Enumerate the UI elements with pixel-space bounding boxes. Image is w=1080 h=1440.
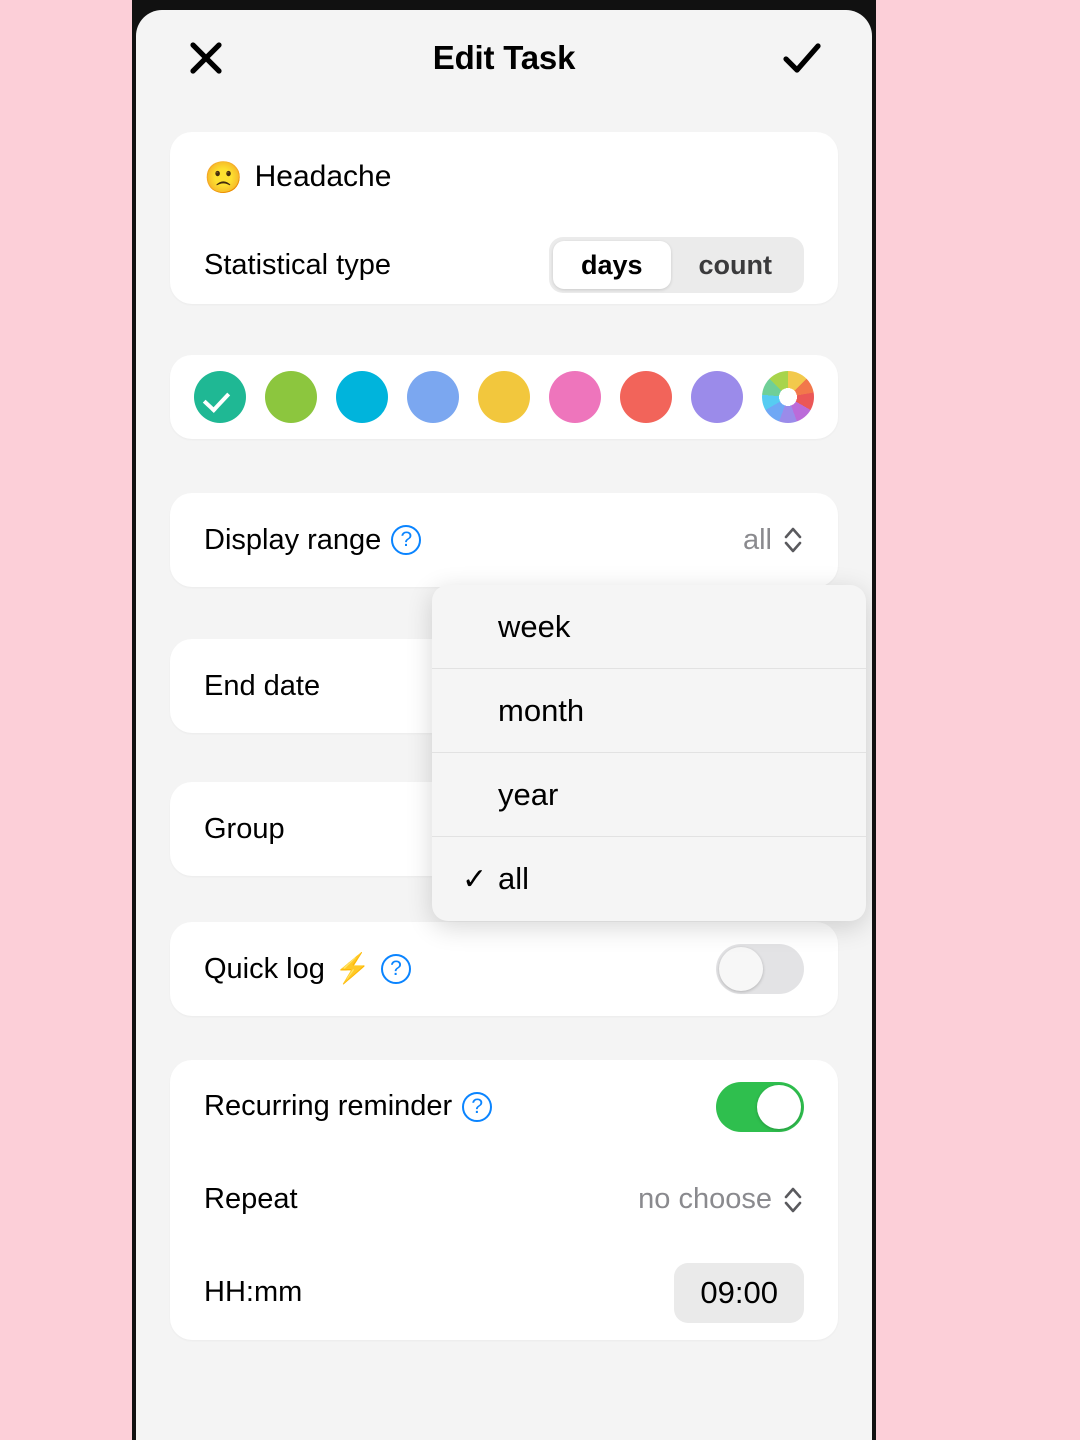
color-swatch-blue[interactable] xyxy=(407,371,459,423)
page-title: Edit Task xyxy=(432,39,576,76)
repeat-value-group[interactable]: no choose xyxy=(638,1183,804,1216)
time-row: HH:mm 09:00 xyxy=(170,1246,838,1339)
quick-log-toggle[interactable] xyxy=(716,944,804,994)
dropdown-item-label: year xyxy=(498,776,559,812)
quick-log-label-group: Quick log ⚡ ? xyxy=(204,952,411,986)
recurring-reminder-label: Recurring reminder xyxy=(204,1090,453,1122)
chevron-up-down-icon xyxy=(784,527,802,553)
checkmark-icon[interactable] xyxy=(776,32,828,84)
statistical-type-label: Statistical type xyxy=(204,248,391,281)
statistical-type-row: Statistical type days count xyxy=(170,222,838,308)
toggle-knob xyxy=(719,947,763,991)
lightning-bolt-icon: ⚡ xyxy=(334,953,371,985)
statistical-type-segmented-control[interactable]: days count xyxy=(548,237,804,293)
dropdown-item-label: month xyxy=(498,692,585,728)
color-swatch-purple[interactable] xyxy=(691,371,743,423)
help-question-icon[interactable]: ? xyxy=(381,954,411,984)
task-name-row[interactable]: 🙁 Headache xyxy=(170,132,838,222)
display-range-card: Display range ? all xyxy=(170,493,838,587)
time-value-badge[interactable]: 09:00 xyxy=(674,1262,804,1323)
dropdown-item-month[interactable]: ✓ month xyxy=(432,669,866,753)
close-x-icon[interactable] xyxy=(180,32,232,84)
dropdown-item-year[interactable]: ✓ year xyxy=(432,753,866,837)
chevron-up-down-icon xyxy=(784,1187,802,1212)
display-range-row[interactable]: Display range ? all xyxy=(170,493,838,587)
group-label: Group xyxy=(204,812,285,845)
display-range-label-group: Display range ? xyxy=(204,523,422,557)
dropdown-item-label: week xyxy=(498,608,571,644)
task-name-text: Headache xyxy=(254,160,392,193)
color-swatch-yellow[interactable] xyxy=(478,371,530,423)
help-question-icon[interactable]: ? xyxy=(462,1091,493,1122)
repeat-row[interactable]: Repeat no choose xyxy=(170,1153,838,1246)
display-range-value-group[interactable]: all xyxy=(743,524,804,557)
quick-log-card: Quick log ⚡ ? xyxy=(170,922,838,1016)
frowning-face-icon: 🙁 xyxy=(204,159,243,195)
quick-log-label: Quick log xyxy=(204,952,325,985)
color-swatch-pink[interactable] xyxy=(549,371,601,423)
help-question-icon[interactable]: ? xyxy=(391,525,422,555)
end-date-label: End date xyxy=(204,669,321,702)
recurring-reminder-row: Recurring reminder ? xyxy=(170,1060,838,1153)
dropdown-item-all[interactable]: ✓ all xyxy=(432,837,866,921)
recurring-reminder-toggle[interactable] xyxy=(716,1081,804,1132)
color-wheel-icon[interactable] xyxy=(762,371,814,423)
color-swatch-coral-red[interactable] xyxy=(620,371,672,423)
color-swatch-teal-green[interactable] xyxy=(194,371,246,423)
color-swatch-strip xyxy=(170,371,838,423)
display-range-dropdown: ✓ week ✓ month ✓ year ✓ all xyxy=(432,585,866,921)
dropdown-item-week[interactable]: ✓ week xyxy=(432,585,866,669)
toggle-knob xyxy=(757,1084,801,1129)
edit-task-sheet: Edit Task 🙁 Headache Statistical type da… xyxy=(136,10,872,1440)
task-info-card: 🙁 Headache Statistical type days count xyxy=(170,132,838,304)
repeat-value: no choose xyxy=(638,1183,772,1215)
segment-days[interactable]: days xyxy=(552,241,671,289)
recurring-reminder-label-group: Recurring reminder ? xyxy=(204,1090,493,1123)
color-swatch-olive-green[interactable] xyxy=(265,371,317,423)
repeat-label: Repeat xyxy=(204,1183,298,1215)
color-picker-card xyxy=(170,355,838,439)
display-range-value: all xyxy=(742,523,772,556)
segment-count[interactable]: count xyxy=(671,241,801,289)
time-label: HH:mm xyxy=(204,1276,303,1308)
sheet-header: Edit Task xyxy=(136,10,872,106)
color-swatch-cyan[interactable] xyxy=(336,371,388,423)
dropdown-item-label: all xyxy=(498,861,530,896)
dropdown-check-icon: ✓ xyxy=(462,862,488,896)
quick-log-row: Quick log ⚡ ? xyxy=(170,922,838,1016)
recurring-reminder-card: Recurring reminder ? Repeat no choose HH… xyxy=(170,1060,838,1340)
display-range-label: Display range xyxy=(204,523,382,556)
